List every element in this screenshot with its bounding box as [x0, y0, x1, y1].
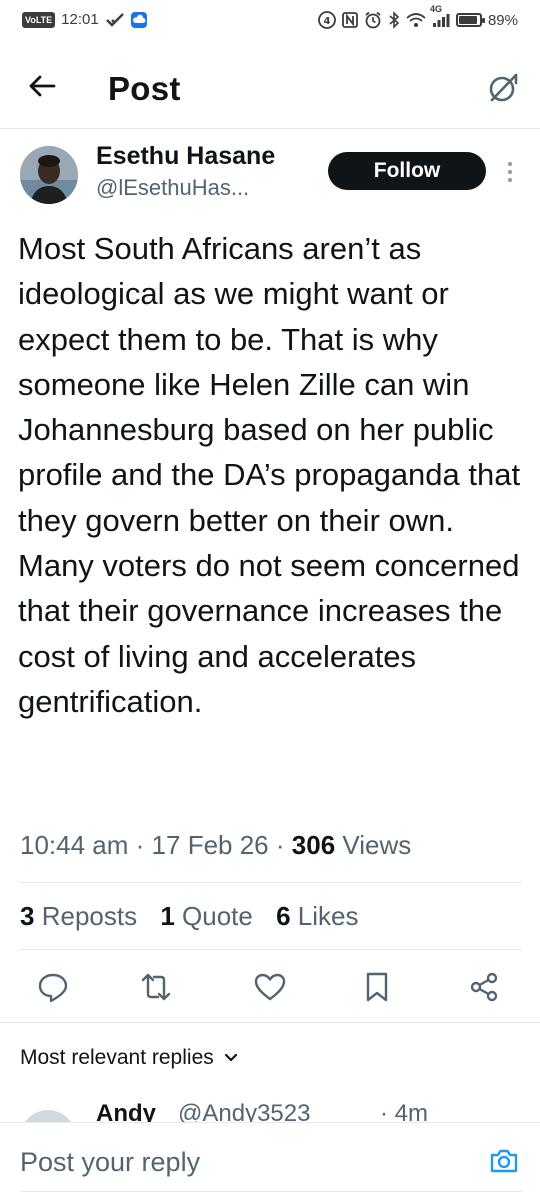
share-icon[interactable]	[467, 970, 501, 1004]
nfc-icon	[342, 12, 358, 28]
author-name[interactable]: Esethu Hasane	[96, 142, 275, 171]
divider	[0, 1022, 540, 1023]
camera-icon[interactable]	[488, 1145, 520, 1177]
author-handle[interactable]: @lEsethuHas...	[96, 175, 249, 201]
bookmark-icon[interactable]	[360, 970, 394, 1004]
likes-count: 6	[276, 901, 291, 931]
divider	[20, 1191, 522, 1192]
quotes-count: 1	[160, 901, 175, 931]
chevron-down-icon	[224, 1053, 238, 1063]
reply-icon[interactable]	[36, 970, 70, 1004]
more-options-icon[interactable]	[503, 160, 517, 184]
views-count: 306	[291, 830, 336, 860]
meta-separator: ·	[135, 830, 145, 860]
wifi-icon	[406, 12, 426, 28]
network-type: 4G	[429, 4, 442, 14]
page-title: Post	[108, 70, 181, 107]
author-avatar[interactable]	[20, 146, 78, 204]
quotes-stat[interactable]: 1 Quote	[160, 901, 253, 931]
cloud-icon	[130, 11, 147, 28]
bluetooth-icon	[388, 11, 400, 29]
reply-avatar[interactable]	[20, 1110, 76, 1122]
grok-icon[interactable]	[486, 71, 520, 105]
meta-separator: ·	[275, 830, 285, 860]
signal-icon: 4G	[430, 4, 450, 28]
volte-indicator: VoLTE	[22, 11, 56, 28]
reply-author-handle[interactable]: @Andy3523	[178, 1100, 310, 1122]
quotes-label: Quote	[182, 901, 253, 931]
status-time: 12:01	[61, 11, 99, 28]
call-forward-icon: 4	[318, 11, 336, 29]
likes-label: Likes	[297, 901, 359, 931]
divider	[20, 949, 522, 950]
like-heart-icon[interactable]	[253, 970, 287, 1004]
replies-sort-dropdown[interactable]: Most relevant replies	[20, 1046, 238, 1070]
post-date: 17 Feb 26	[151, 830, 269, 860]
back-arrow-icon[interactable]	[26, 70, 58, 102]
reposts-label: Reposts	[41, 901, 138, 931]
follow-button[interactable]: Follow	[328, 152, 486, 190]
repost-icon[interactable]	[139, 970, 173, 1004]
reply-composer: Post your reply	[0, 1122, 540, 1200]
post-time: 10:44 am	[20, 830, 129, 860]
reply-author-name[interactable]: Andy	[96, 1100, 156, 1122]
replies-sort-label: Most relevant replies	[20, 1046, 214, 1069]
post-text: Most South Africans aren’t as ideologica…	[18, 231, 521, 719]
views-label: Views	[342, 830, 412, 860]
reposts-stat[interactable]: 3 Reposts	[20, 901, 137, 931]
battery-icon	[455, 13, 485, 27]
status-bar: VoLTE 12:01 4 4G 89%	[0, 0, 540, 44]
divider	[20, 882, 522, 883]
link-icon	[105, 12, 125, 28]
post-meta: 10:44 am · 17 Feb 26 · 306 Views	[20, 830, 411, 861]
reposts-count: 3	[20, 901, 35, 931]
reply-time: · 4m	[380, 1100, 428, 1122]
post-stats: 3 Reposts 1 Quote 6 Likes	[20, 901, 375, 932]
likes-stat[interactable]: 6 Likes	[276, 901, 358, 931]
alarm-icon	[364, 11, 382, 29]
top-bar: Post	[0, 44, 540, 129]
battery-percent: 89%	[487, 11, 518, 29]
reply-item[interactable]: Andy @Andy3523 · 4m	[0, 1096, 540, 1122]
svg-text:4: 4	[323, 16, 330, 27]
reply-input[interactable]: Post your reply	[20, 1147, 200, 1178]
